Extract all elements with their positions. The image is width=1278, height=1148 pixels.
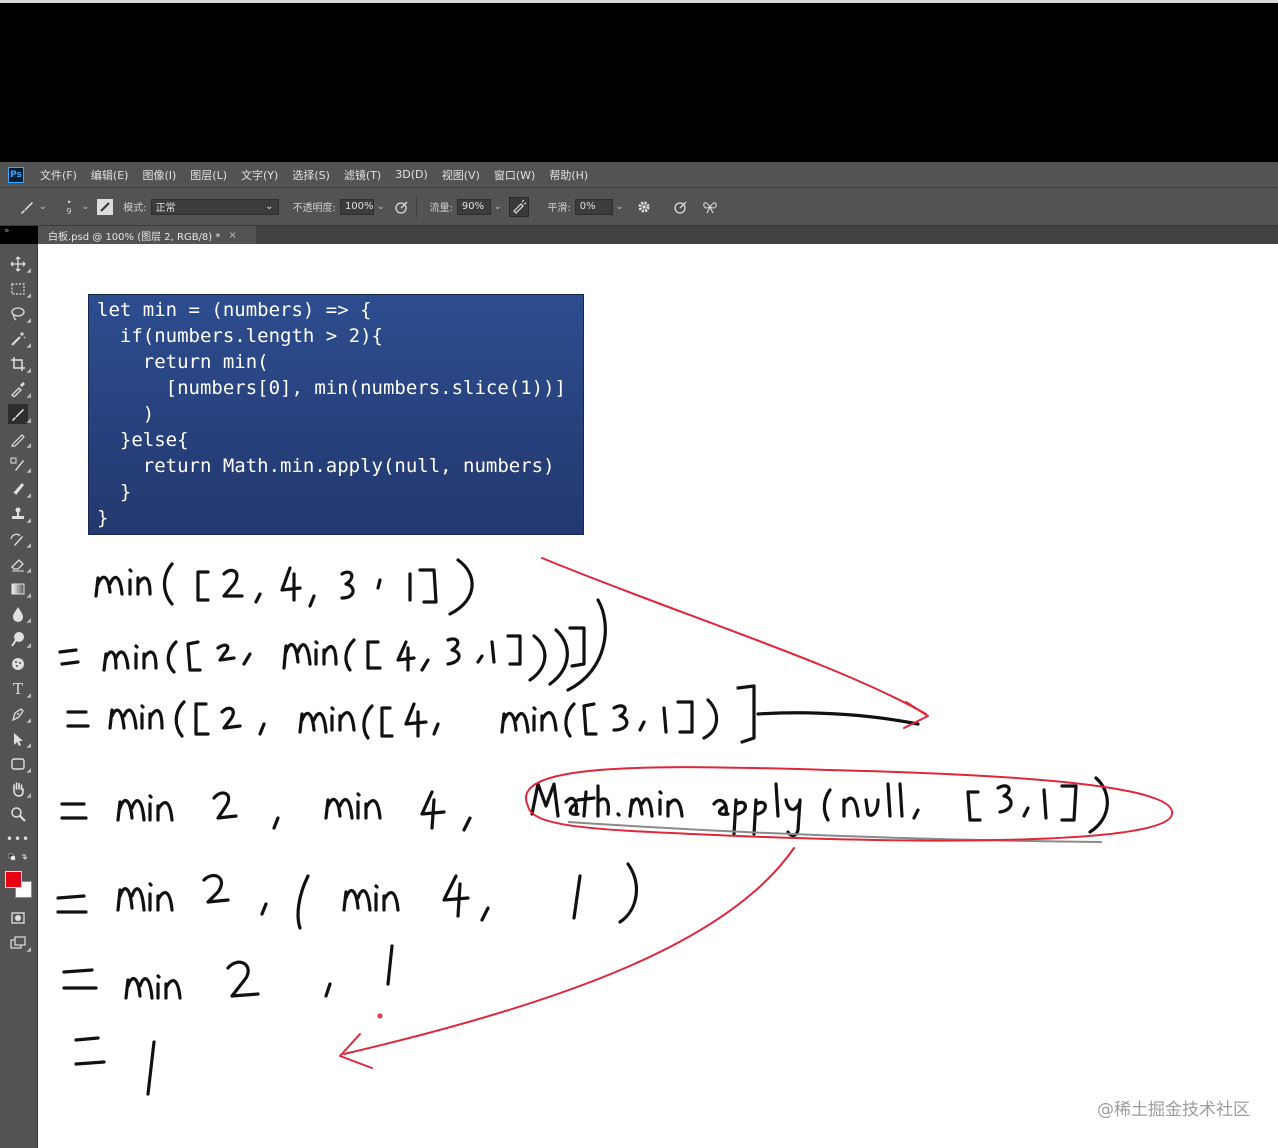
- document-tab[interactable]: 白板.psd @ 100% (图层 2, RGB/8) * ×: [38, 226, 256, 244]
- brush-size-value: 9: [66, 206, 72, 216]
- menu-edit[interactable]: 编辑(E): [91, 167, 129, 183]
- menu-select[interactable]: 选择(S): [292, 167, 330, 183]
- zoom-icon[interactable]: [8, 804, 28, 824]
- handwritten-annotations: [56, 557, 1174, 1096]
- eraser-icon[interactable]: ◢: [8, 554, 31, 574]
- pressure-size-icon[interactable]: [671, 198, 689, 216]
- document-canvas[interactable]: let min = (numbers) => { if(numbers.leng…: [38, 244, 1278, 1148]
- gradient-icon[interactable]: ◢: [8, 579, 31, 599]
- mode-select[interactable]: 正常 ⌄: [150, 198, 279, 215]
- pencil-icon[interactable]: ◢: [8, 429, 31, 449]
- brush-size-picker[interactable]: • 9: [67, 198, 72, 216]
- magic-wand-icon[interactable]: ◢: [8, 329, 31, 349]
- panel-collapse-icon[interactable]: »: [4, 226, 10, 236]
- photoshop-logo: Ps: [8, 166, 24, 183]
- brush-preset-icon[interactable]: [18, 198, 36, 216]
- menu-layer[interactable]: 图层(L): [190, 167, 227, 183]
- smoothing-value: 0%: [579, 201, 596, 212]
- crop-icon[interactable]: ◢: [8, 354, 31, 374]
- hand-icon[interactable]: ◢: [8, 779, 31, 799]
- sponge-icon[interactable]: [8, 654, 28, 674]
- smoothing-slider-icon[interactable]: ⌄: [616, 202, 624, 212]
- close-icon[interactable]: ×: [228, 230, 236, 241]
- airbrush-icon[interactable]: [509, 196, 530, 217]
- flow-input[interactable]: 90%: [456, 198, 491, 215]
- eyedropper-icon[interactable]: ◢: [8, 379, 31, 399]
- default-colors-icon[interactable]: [8, 852, 28, 864]
- watermark-text: @稀土掘金技术社区: [1097, 1100, 1250, 1120]
- brush-icon[interactable]: ◢: [8, 404, 31, 424]
- marquee-icon[interactable]: ◢: [8, 279, 31, 299]
- blur-icon[interactable]: ◢: [8, 604, 31, 624]
- path-select-icon[interactable]: ◢: [8, 729, 31, 749]
- move-icon[interactable]: ◢: [8, 254, 31, 274]
- brush-tip-dot-icon: •: [66, 197, 72, 207]
- mode-label: 模式:: [123, 203, 147, 214]
- opacity-input[interactable]: 100%: [339, 198, 374, 215]
- menu-file[interactable]: 文件(F): [40, 167, 77, 183]
- symmetry-butterfly-icon[interactable]: [701, 198, 719, 216]
- stamp-icon[interactable]: ◢: [8, 504, 31, 524]
- opacity-slider-icon[interactable]: ⌄: [377, 202, 385, 212]
- dodge-icon[interactable]: ◢: [8, 629, 31, 649]
- smoothing-label: 平滑:: [547, 203, 571, 214]
- tool-options-bar: ⌄ • 9 ⌄ 模式: 正常 ⌄ 不透明度: 100% ⌄ 流量: 90% ⌄ …: [0, 188, 1278, 226]
- lasso-icon[interactable]: ◢: [8, 304, 31, 324]
- flow-label: 流量:: [429, 203, 453, 214]
- opacity-label: 不透明度:: [292, 203, 336, 214]
- menu-bar: Ps 文件(F) 编辑(E) 图像(I) 图层(L) 文字(Y) 选择(S) 滤…: [0, 162, 1278, 188]
- menu-3d[interactable]: 3D(D): [395, 168, 428, 181]
- menu-type[interactable]: 文字(Y): [241, 167, 278, 183]
- brush-preset-dropdown-icon[interactable]: ⌄: [39, 202, 47, 212]
- menu-window[interactable]: 窗口(W): [494, 167, 535, 183]
- color-replacement-icon[interactable]: ◢: [8, 454, 31, 474]
- mixer-brush-icon[interactable]: ◢: [8, 479, 31, 499]
- brush-size-dropdown-icon[interactable]: ⌄: [82, 202, 90, 212]
- options-separator: [416, 195, 418, 218]
- tools-panel: ◢ ◢ ◢ ◢ ◢ ◢ ◢ ◢ ◢ ◢ ◢ ◢ ◢ ◢ ◢ ◢ T ◢ ◢ ◢ …: [0, 244, 38, 1148]
- more-icon[interactable]: •••: [6, 829, 29, 849]
- pen-icon[interactable]: ◢: [8, 704, 31, 724]
- pressure-opacity-icon[interactable]: [392, 198, 410, 216]
- menu-view[interactable]: 视图(V): [442, 167, 480, 183]
- black-letterbox: [0, 3, 1278, 162]
- flow-value: 90%: [461, 201, 485, 212]
- type-icon[interactable]: T ◢: [8, 679, 31, 699]
- quick-mask-icon[interactable]: [8, 908, 28, 928]
- flow-slider-icon[interactable]: ⌄: [494, 202, 502, 212]
- history-brush-icon[interactable]: ◢: [8, 529, 31, 549]
- shape-icon[interactable]: ◢: [8, 754, 31, 774]
- document-tab-bar: 白板.psd @ 100% (图层 2, RGB/8) * ×: [38, 226, 1278, 244]
- brush-panel-toggle-icon[interactable]: [97, 198, 114, 215]
- mode-value: 正常: [155, 203, 176, 214]
- menu-image[interactable]: 图像(I): [142, 167, 176, 183]
- smoothing-input[interactable]: 0%: [574, 198, 613, 215]
- menu-filter[interactable]: 滤镜(T): [344, 167, 381, 183]
- gear-icon[interactable]: [635, 198, 653, 216]
- document-tab-title: 白板.psd @ 100% (图层 2, RGB/8) *: [48, 231, 221, 243]
- opacity-value: 100%: [344, 201, 374, 212]
- mode-chevron-icon: ⌄: [265, 201, 274, 212]
- screen-mode-icon[interactable]: ◢: [8, 933, 31, 953]
- foreground-color-swatch[interactable]: [5, 871, 22, 888]
- menu-help[interactable]: 帮助(H): [549, 167, 588, 183]
